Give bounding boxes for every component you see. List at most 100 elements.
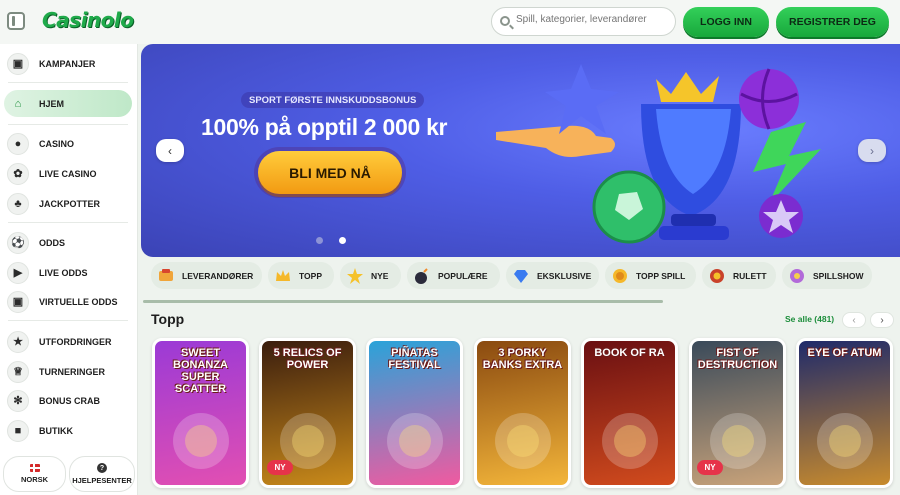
norway-flag-icon [29, 464, 40, 472]
sidebar-item-live-odds[interactable]: ▶ LIVE ODDS [4, 259, 132, 286]
roulette-wheel-icon [710, 268, 724, 283]
chevron-left-icon: ‹ [168, 143, 172, 158]
sidebar-divider [8, 222, 128, 223]
game-artwork [602, 413, 658, 469]
join-now-button[interactable]: BLI MED NÅ [258, 151, 402, 194]
tab-nye[interactable]: NYE [340, 262, 401, 289]
sidebar-item-label: ODDS [39, 237, 66, 248]
gameshow-icon [790, 268, 804, 283]
game-tile[interactable]: 3 PORKY BANKS EXTRA [474, 338, 571, 488]
tab-topp-spill[interactable]: TOPP SPILL [605, 262, 696, 289]
sidebar-item-utfordringer[interactable]: ★ UTFORDRINGER [4, 328, 132, 355]
sidebar: ▣ KAMPANJER ⌂ HJEM ● CASINO ✿ LIVE CASIN… [0, 44, 138, 495]
sidebar-item-label: UTFORDRINGER [39, 336, 112, 347]
game-title: FIST OF DESTRUCTION [697, 347, 778, 371]
tab-label: NYE [371, 270, 389, 281]
help-center-button[interactable]: ? HJELPESENTER [69, 456, 135, 492]
site-logo[interactable]: Casinolo [42, 8, 134, 32]
search-input[interactable] [516, 14, 671, 25]
chevron-right-icon: › [880, 314, 884, 326]
search-bar[interactable] [491, 7, 676, 36]
sidebar-item-label: CASINO [39, 138, 75, 149]
soccer-ball-icon: ⚽ [7, 231, 29, 254]
sidebar-item-label: HJEM [39, 98, 65, 109]
sidebar-item-live-casino[interactable]: ✿ LIVE CASINO [4, 160, 132, 187]
slide-dot[interactable] [316, 237, 323, 244]
game-tile[interactable]: EYE OF ATUM [796, 338, 893, 488]
tab-label: POPULÆRE [438, 270, 488, 281]
crown-icon [276, 269, 290, 281]
tab-leverandorer[interactable]: LEVERANDØRER [151, 262, 262, 289]
game-title: PIÑATAS FESTIVAL [388, 347, 441, 371]
gift-icon: ▣ [7, 52, 29, 75]
sidebar-toggle-icon[interactable] [7, 12, 25, 30]
crab-icon: ✻ [7, 389, 29, 412]
game-tile[interactable]: FIST OF DESTRUCTION NY [689, 338, 786, 488]
banner-next-button[interactable]: › [858, 139, 886, 162]
banner-title: 100% på opptil 2 000 kr [201, 114, 448, 140]
star-shape-icon [545, 64, 619, 134]
casino-chip-icon: ● [7, 132, 29, 155]
register-button[interactable]: REGISTRER DEG [776, 7, 889, 37]
tab-populaere[interactable]: POPULÆRE [407, 262, 500, 289]
login-button[interactable]: LOGG INN [683, 7, 769, 37]
game-tile[interactable]: SWEET BONANZA SUPER SCATTER [152, 338, 249, 488]
game-title: 5 RELICS OF POWER [273, 347, 342, 371]
crown-icon [656, 72, 719, 102]
sidebar-item-label: KAMPANJER [39, 58, 96, 69]
sidebar-divider [8, 124, 128, 125]
sidebar-item-kampanjer[interactable]: ▣ KAMPANJER [4, 50, 132, 77]
sidebar-item-hjem[interactable]: ⌂ HJEM [4, 90, 132, 117]
tab-topp[interactable]: TOPP [268, 262, 334, 289]
category-scrollbar[interactable] [143, 300, 663, 303]
game-title: 3 PORKY BANKS EXTRA [482, 347, 563, 371]
game-tile[interactable]: 5 RELICS OF POWER NY [259, 338, 356, 488]
roulette-icon: ✿ [7, 162, 29, 185]
help-label: HJELPESENTER [72, 476, 132, 485]
pointing-hand-icon [496, 125, 615, 157]
sidebar-item-butikk[interactable]: ■ BUTIKK [4, 417, 132, 444]
virtual-screen-icon: ▣ [7, 290, 29, 313]
new-star-icon [347, 267, 363, 284]
chevron-right-icon: › [870, 143, 874, 158]
tab-eksklusive[interactable]: EKSKLUSIVE [506, 262, 599, 289]
tab-label: RULETT [733, 270, 767, 281]
promo-banner[interactable]: SPORT FØRSTE INNSKUDDSBONUS 100% på oppt… [141, 44, 900, 257]
medal-icon [613, 268, 627, 283]
game-tile[interactable]: BOOK OF RA [581, 338, 678, 488]
sidebar-item-label: VIRTUELLE ODDS [39, 296, 118, 307]
diamond-icon [514, 269, 528, 283]
sidebar-item-turneringer[interactable]: ♕ TURNERINGER [4, 358, 132, 385]
see-all-link[interactable]: Se alle (481) [785, 314, 834, 324]
sidebar-item-odds[interactable]: ⚽ ODDS [4, 229, 132, 256]
sidebar-item-label: BONUS CRAB [39, 395, 101, 406]
sidebar-divider [8, 82, 128, 83]
tab-label: SPILLSHOW [813, 270, 864, 281]
tab-label: LEVERANDØRER [182, 270, 254, 281]
sidebar-item-label: LIVE CASINO [39, 168, 97, 179]
search-icon [500, 16, 510, 26]
star-icon: ★ [7, 330, 29, 353]
banner-artwork [496, 64, 821, 244]
top-header: Casinolo LOGG INN REGISTRER DEG [0, 0, 900, 44]
games-prev-button[interactable]: ‹ [842, 312, 866, 328]
language-button[interactable]: NORSK [3, 456, 66, 492]
sidebar-item-virtuelle-odds[interactable]: ▣ VIRTUELLE ODDS [4, 288, 132, 315]
tab-rulett[interactable]: RULETT [702, 262, 776, 289]
shop-bag-icon: ■ [7, 419, 29, 442]
chevron-left-icon: ‹ [852, 314, 856, 326]
bomb-icon [415, 267, 428, 284]
banner-prev-button[interactable]: ‹ [156, 139, 184, 162]
category-tabs: LEVERANDØRER TOPP NYE POPULÆRE EKSKLUSIV… [151, 262, 900, 290]
slide-dot-active[interactable] [339, 237, 346, 244]
sidebar-item-casino[interactable]: ● CASINO [4, 130, 132, 157]
section-title: Topp [151, 311, 185, 327]
sidebar-item-label: TURNERINGER [39, 366, 106, 377]
tab-spillshow[interactable]: SPILLSHOW [782, 262, 872, 289]
game-tile[interactable]: PIÑATAS FESTIVAL [366, 338, 463, 488]
tab-label: TOPP [299, 270, 322, 281]
sidebar-item-bonus-crab[interactable]: ✻ BONUS CRAB [4, 387, 132, 414]
games-next-button[interactable]: › [870, 312, 894, 328]
new-badge: NY [697, 460, 723, 475]
sidebar-item-jackpotter[interactable]: ♣ JACKPOTTER [4, 190, 132, 217]
